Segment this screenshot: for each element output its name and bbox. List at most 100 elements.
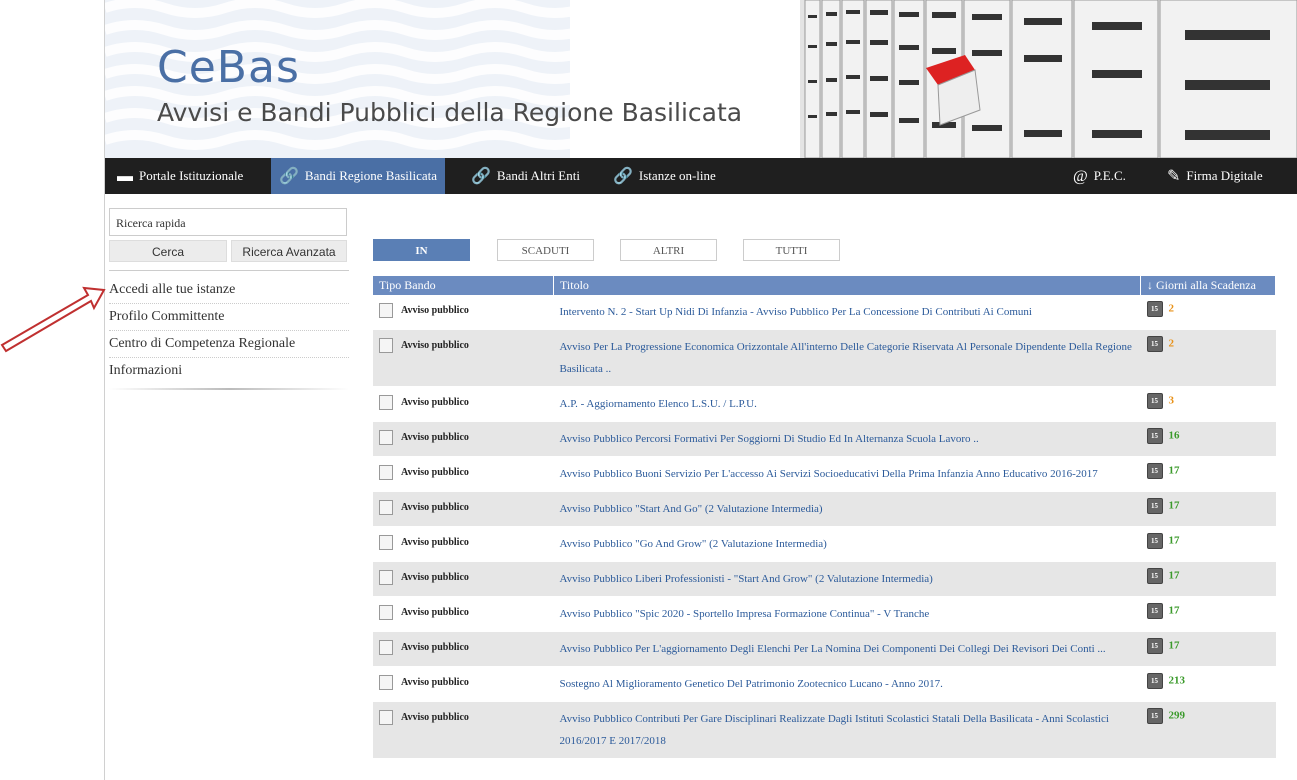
nav-bandi-regione-basilicata[interactable]: 🔗 Bandi Regione Basilicata <box>271 158 446 194</box>
pen-icon: ✎ <box>1167 168 1181 186</box>
titolo-link[interactable]: Sostegno Al Miglioramento Genetico Del P… <box>553 666 1141 702</box>
document-icon <box>379 605 393 620</box>
table-row: Avviso pubblico Sostegno Al Miglioramento… <box>373 666 1276 702</box>
document-icon <box>379 303 393 318</box>
bandi-table: Tipo Bando Titolo ↓ Giorni alla Scadenza… <box>373 276 1276 759</box>
calendar-icon: 15 <box>1146 533 1163 549</box>
tipo-cell: Avviso pubblico <box>373 491 554 527</box>
tab-tutti[interactable]: TUTTI <box>743 239 840 261</box>
document-icon <box>379 465 393 480</box>
nav-bandi-altri-enti[interactable]: 🔗 Bandi Altri Enti <box>463 158 588 194</box>
tipo-label: Avviso pubblico <box>401 606 469 618</box>
giorni-cell: 15 17 <box>1140 526 1276 562</box>
column-header-titolo[interactable]: Titolo <box>553 276 1141 295</box>
sidebar-link-profilo[interactable]: Profilo Committente <box>109 304 349 331</box>
calendar-icon: 15 <box>1146 498 1163 514</box>
tipo-label: Avviso pubblico <box>401 711 469 723</box>
calendar-icon: 15 <box>1146 673 1163 689</box>
search-button[interactable]: Cerca <box>109 240 227 262</box>
table-row: Avviso pubblico Avviso Pubblico Contribut… <box>373 701 1276 759</box>
tipo-label: Avviso pubblico <box>401 466 469 478</box>
document-icon <box>379 535 393 550</box>
calendar-icon: 15 <box>1146 603 1163 619</box>
titolo-link[interactable]: Avviso Pubblico Buoni Servizio Per L'acc… <box>553 456 1141 492</box>
giorni-cell: 15 299 <box>1140 701 1276 759</box>
titolo-link[interactable]: Avviso Pubblico "Start And Go" (2 Valuta… <box>553 491 1141 527</box>
giorni-value: 17 <box>1168 464 1180 477</box>
giorni-cell: 15 16 <box>1140 421 1276 457</box>
giorni-value: 3 <box>1168 394 1175 407</box>
nav-label: Bandi Altri Enti <box>496 168 580 183</box>
tab-in[interactable]: IN <box>373 239 470 261</box>
titolo-link[interactable]: Avviso Pubblico "Spic 2020 - Sportello I… <box>553 596 1141 632</box>
site-subtitle: Avvisi e Bandi Pubblici della Regione Ba… <box>157 98 743 127</box>
table-row: Avviso pubblico Intervento N. 2 - Start U… <box>373 295 1276 330</box>
tipo-cell: Avviso pubblico <box>373 631 554 667</box>
giorni-value: 299 <box>1168 709 1186 722</box>
titolo-link[interactable]: Avviso Pubblico Per L'aggiornamento Degl… <box>553 631 1141 667</box>
table-row: Avviso pubblico Avviso Pubblico Buoni Ser… <box>373 456 1276 492</box>
sidebar-link-centro[interactable]: Centro di Competenza Regionale <box>109 331 349 358</box>
advanced-search-button[interactable]: Ricerca Avanzata <box>231 240 347 262</box>
giorni-value: 17 <box>1168 534 1180 547</box>
giorni-cell: 15 17 <box>1140 491 1276 527</box>
tipo-label: Avviso pubblico <box>401 676 469 688</box>
giorni-value: 16 <box>1168 429 1180 442</box>
document-icon <box>379 675 393 690</box>
column-header-giorni[interactable]: ↓ Giorni alla Scadenza <box>1140 276 1276 295</box>
quick-search-input[interactable]: Ricerca rapida <box>109 208 347 236</box>
giorni-cell: 15 213 <box>1140 666 1276 702</box>
calendar-icon: 15 <box>1146 428 1163 444</box>
nav-label: P.E.C. <box>1093 168 1126 183</box>
giorni-cell: 15 17 <box>1140 631 1276 667</box>
giorni-value: 17 <box>1168 604 1180 617</box>
titolo-link[interactable]: Avviso Pubblico "Go And Grow" (2 Valutaz… <box>553 526 1141 562</box>
tipo-cell: Avviso pubblico <box>373 295 554 330</box>
tab-scaduti[interactable]: SCADUTI <box>497 239 594 261</box>
nav-label: Firma Digitale <box>1186 168 1263 183</box>
tipo-label: Avviso pubblico <box>401 536 469 548</box>
at-icon: @ <box>1073 168 1088 186</box>
site-logo[interactable]: CeBas <box>157 42 300 93</box>
sidebar: Ricerca rapida Cerca Ricerca Avanzata Ac… <box>109 208 349 390</box>
portal-icon: ▬ <box>117 168 133 186</box>
link-icon: 🔗 <box>613 168 633 186</box>
giorni-value: 213 <box>1168 674 1186 687</box>
nav-firma-digitale[interactable]: ✎ Firma Digitale <box>1159 158 1271 194</box>
tab-altri[interactable]: ALTRI <box>620 239 717 261</box>
titolo-link[interactable]: Intervento N. 2 - Start Up Nidi Di Infan… <box>553 295 1141 330</box>
tipo-cell: Avviso pubblico <box>373 701 554 759</box>
sidebar-link-informazioni[interactable]: Informazioni <box>109 358 349 384</box>
titolo-link[interactable]: A.P. - Aggiornamento Elenco L.S.U. / L.P… <box>553 386 1141 422</box>
tipo-cell: Avviso pubblico <box>373 421 554 457</box>
red-arrow-annotation <box>0 286 106 353</box>
calendar-icon: 15 <box>1146 393 1163 409</box>
document-icon <box>379 640 393 655</box>
column-header-tipo[interactable]: Tipo Bando <box>373 276 554 295</box>
titolo-link[interactable]: Avviso Pubblico Contributi Per Gare Disc… <box>553 701 1141 759</box>
nav-istanze-online[interactable]: 🔗 Istanze on-line <box>605 158 724 194</box>
tipo-label: Avviso pubblico <box>401 571 469 583</box>
tipo-cell: Avviso pubblico <box>373 329 554 387</box>
nav-label: Bandi Regione Basilicata <box>304 168 438 183</box>
calendar-icon: 15 <box>1146 568 1163 584</box>
sidebar-link-accedi[interactable]: Accedi alle tue istanze <box>109 277 349 304</box>
titolo-link[interactable]: Avviso Per La Progressione Economica Ori… <box>553 329 1141 387</box>
table-row: Avviso pubblico Avviso Per La Progression… <box>373 329 1276 387</box>
nav-label: Istanze on-line <box>638 168 716 183</box>
table-row: Avviso pubblico Avviso Pubblico Per L'agg… <box>373 631 1276 667</box>
tipo-cell: Avviso pubblico <box>373 386 554 422</box>
titolo-link[interactable]: Avviso Pubblico Liberi Professionisti - … <box>553 561 1141 597</box>
tipo-cell: Avviso pubblico <box>373 526 554 562</box>
calendar-icon: 15 <box>1146 638 1163 654</box>
tipo-cell: Avviso pubblico <box>373 596 554 632</box>
giorni-value: 17 <box>1168 639 1180 652</box>
titolo-link[interactable]: Avviso Pubblico Percorsi Formativi Per S… <box>553 421 1141 457</box>
tipo-cell: Avviso pubblico <box>373 456 554 492</box>
giorni-cell: 15 17 <box>1140 456 1276 492</box>
document-icon <box>379 338 393 353</box>
nav-pec[interactable]: @ P.E.C. <box>1065 158 1134 194</box>
nav-portale-istituzionale[interactable]: ▬ Portale Istituzionale <box>109 158 251 194</box>
table-row: Avviso pubblico Avviso Pubblico "Go And G… <box>373 526 1276 562</box>
divider <box>109 270 349 271</box>
